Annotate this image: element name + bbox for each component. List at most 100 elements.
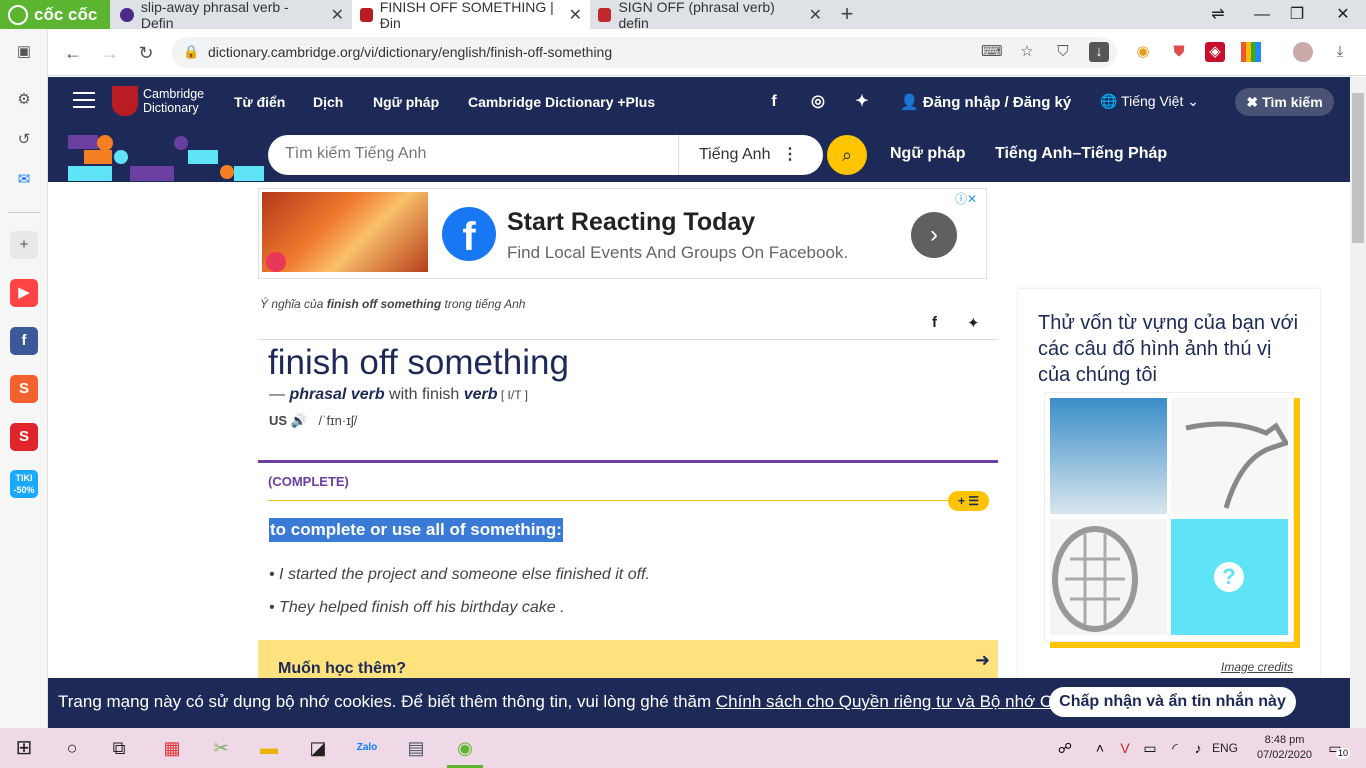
ad-subtitle[interactable]: Find Local Events And Groups On Facebook…: [507, 243, 848, 263]
maximize-icon[interactable]: ❐: [1277, 0, 1317, 29]
scrollbar-thumb[interactable]: [1352, 93, 1364, 243]
bookmark-star-icon[interactable]: ☆: [1017, 42, 1037, 62]
extension-shield-icon[interactable]: ⛊: [1169, 42, 1189, 62]
tab-title: FINISH OFF SOMETHING | Địn: [379, 0, 554, 31]
nav-dich[interactable]: Dịch: [313, 94, 343, 110]
tab-slip-away[interactable]: slip-away phrasal verb - Defin ✕: [112, 0, 352, 31]
tab-sign-off[interactable]: SIGN OFF (phrasal verb) defin ✕: [590, 0, 830, 31]
shield-icon[interactable]: ⛉: [1053, 42, 1073, 62]
people-icon[interactable]: ☍: [1050, 733, 1080, 763]
tab-finish-off[interactable]: FINISH OFF SOMETHING | Địn ✕: [352, 0, 590, 31]
search-input[interactable]: [285, 145, 665, 163]
download-manager-icon[interactable]: ↓: [1089, 42, 1109, 62]
accept-cookies-button[interactable]: Chấp nhận và ẩn tin nhắn này: [1049, 687, 1296, 717]
task-view-icon[interactable]: ⧉: [104, 733, 134, 763]
settings-icon[interactable]: ⚙: [10, 86, 38, 114]
app-paint-icon[interactable]: ▦: [157, 733, 187, 763]
lock-icon[interactable]: 🔒: [183, 44, 199, 60]
search-button[interactable]: ⌕: [827, 135, 867, 175]
app-bag-icon[interactable]: ▤: [401, 733, 431, 763]
chevron-down-icon: ⌄: [1187, 93, 1199, 109]
hamburger-menu-icon[interactable]: [73, 92, 95, 110]
ad-title[interactable]: Start Reacting Today: [507, 208, 755, 237]
question-icon: ?: [1214, 562, 1244, 592]
extension-red-icon[interactable]: ◈: [1205, 42, 1225, 62]
coccoc-logo-icon: [8, 4, 28, 25]
instagram-icon[interactable]: ◎: [808, 92, 828, 112]
peeler-image[interactable]: [1171, 398, 1290, 514]
add-to-wordlist-button[interactable]: + ☰: [948, 491, 989, 511]
reload-icon[interactable]: ↻: [133, 40, 159, 66]
coccoc-taskbar-icon[interactable]: ◉: [450, 733, 480, 763]
history-icon[interactable]: ↺: [10, 126, 38, 154]
forward-icon[interactable]: →: [97, 40, 123, 66]
nav-plus[interactable]: Cambridge Dictionary +Plus: [468, 94, 655, 110]
extension-chrome-icon[interactable]: ◉: [1133, 42, 1153, 62]
ipa: /ˈfɪn·ɪʃ/: [318, 413, 358, 428]
nav-tu-dien[interactable]: Từ điển: [234, 94, 285, 110]
sidebar-toggle-icon[interactable]: ▣: [10, 38, 38, 66]
sendo-icon[interactable]: S: [10, 423, 38, 451]
share-facebook-icon[interactable]: f: [932, 314, 937, 331]
close-tab-icon[interactable]: ✕: [569, 5, 582, 25]
ad-next-button[interactable]: ›: [911, 212, 957, 258]
input-language[interactable]: ENG: [1212, 741, 1238, 755]
facebook-icon[interactable]: f: [10, 327, 38, 355]
windows-start-icon[interactable]: ⊞: [9, 733, 39, 763]
profile-avatar[interactable]: [1293, 42, 1313, 62]
nav-ngu-phap[interactable]: Ngữ pháp: [373, 94, 439, 110]
close-tab-icon[interactable]: ✕: [809, 5, 822, 25]
close-tab-icon[interactable]: ✕: [331, 5, 344, 25]
youtube-icon[interactable]: ▶: [10, 279, 38, 307]
share-twitter-icon[interactable]: ✦: [967, 314, 980, 332]
notification-icon[interactable]: ▭ 10: [1320, 733, 1350, 763]
nav2-grammar[interactable]: Ngữ pháp: [890, 145, 966, 163]
masher-shape: [1052, 526, 1138, 632]
definition: to complete or use all of something:: [269, 518, 563, 542]
zalo-icon[interactable]: Zalo: [352, 733, 382, 763]
nav2-en-fr[interactable]: Tiếng Anh–Tiếng Pháp: [995, 145, 1167, 163]
quiz-title[interactable]: Thử vốn từ vựng của bạn với các câu đố h…: [1038, 310, 1303, 388]
minimize-icon[interactable]: —: [1242, 0, 1282, 29]
volume-icon[interactable]: ♪: [1183, 733, 1213, 763]
dishwasher-image[interactable]: [1050, 398, 1167, 514]
arrow-right-icon[interactable]: ➜: [975, 650, 990, 671]
back-icon[interactable]: ←: [60, 40, 86, 66]
url-text[interactable]: dictionary.cambridge.org/vi/dictionary/e…: [208, 44, 612, 60]
image-credits-link[interactable]: Image credits: [1221, 660, 1293, 674]
translate-icon[interactable]: ⌨: [981, 42, 1003, 62]
cambridge-logo[interactable]: Cambridge Dictionary: [112, 86, 204, 116]
search-toggle-button[interactable]: ✖ Tìm kiếm: [1235, 88, 1334, 116]
messenger-icon[interactable]: ✉: [10, 166, 38, 194]
tab-search-icon[interactable]: ⇌: [1198, 0, 1238, 29]
tiki-icon[interactable]: TIKI -50%: [10, 470, 38, 498]
facebook-logo-icon[interactable]: f: [442, 207, 496, 261]
search-circle-icon[interactable]: ○: [57, 733, 87, 763]
app-notes-icon[interactable]: ◪: [303, 733, 333, 763]
unknown-image-tile[interactable]: ?: [1171, 519, 1288, 635]
shopee-icon[interactable]: S: [10, 375, 38, 403]
speaker-icon[interactable]: 🔊: [291, 413, 307, 428]
ad-image[interactable]: [262, 192, 428, 272]
app-snipping-icon[interactable]: ✂: [206, 733, 236, 763]
new-tab-button[interactable]: +: [835, 2, 859, 26]
masher-image[interactable]: [1050, 519, 1167, 635]
language-selector[interactable]: 🌐 Tiếng Việt ⌄: [1100, 93, 1199, 110]
privacy-policy-link[interactable]: Chính sách cho Quyền riêng tư và Bộ nhớ …: [716, 692, 1101, 711]
search-language-dropdown[interactable]: Tiếng Anh ⋮: [678, 135, 818, 175]
system-clock[interactable]: 8:48 pm 07/02/2020: [1257, 733, 1312, 763]
download-icon[interactable]: ⤓: [1330, 42, 1350, 62]
coccoc-menu-button[interactable]: cốc cốc: [0, 0, 110, 29]
divider: [258, 339, 998, 340]
facebook-icon[interactable]: f: [764, 92, 784, 112]
learn-more-label[interactable]: Muốn học thêm?: [278, 660, 406, 678]
close-window-icon[interactable]: ✕: [1323, 0, 1363, 29]
login-link[interactable]: 👤 Đăng nhập / Đăng ký: [900, 93, 1071, 111]
language-label: Tiếng Việt: [1121, 93, 1184, 109]
add-icon[interactable]: +: [10, 231, 38, 259]
file-explorer-icon[interactable]: ▬: [254, 733, 284, 763]
tiki-discount: -50%: [13, 485, 35, 495]
twitter-icon[interactable]: ✦: [852, 92, 872, 112]
ad-close-icon[interactable]: ⓘ✕: [955, 190, 977, 207]
extension-colorful-icon[interactable]: [1241, 42, 1261, 62]
